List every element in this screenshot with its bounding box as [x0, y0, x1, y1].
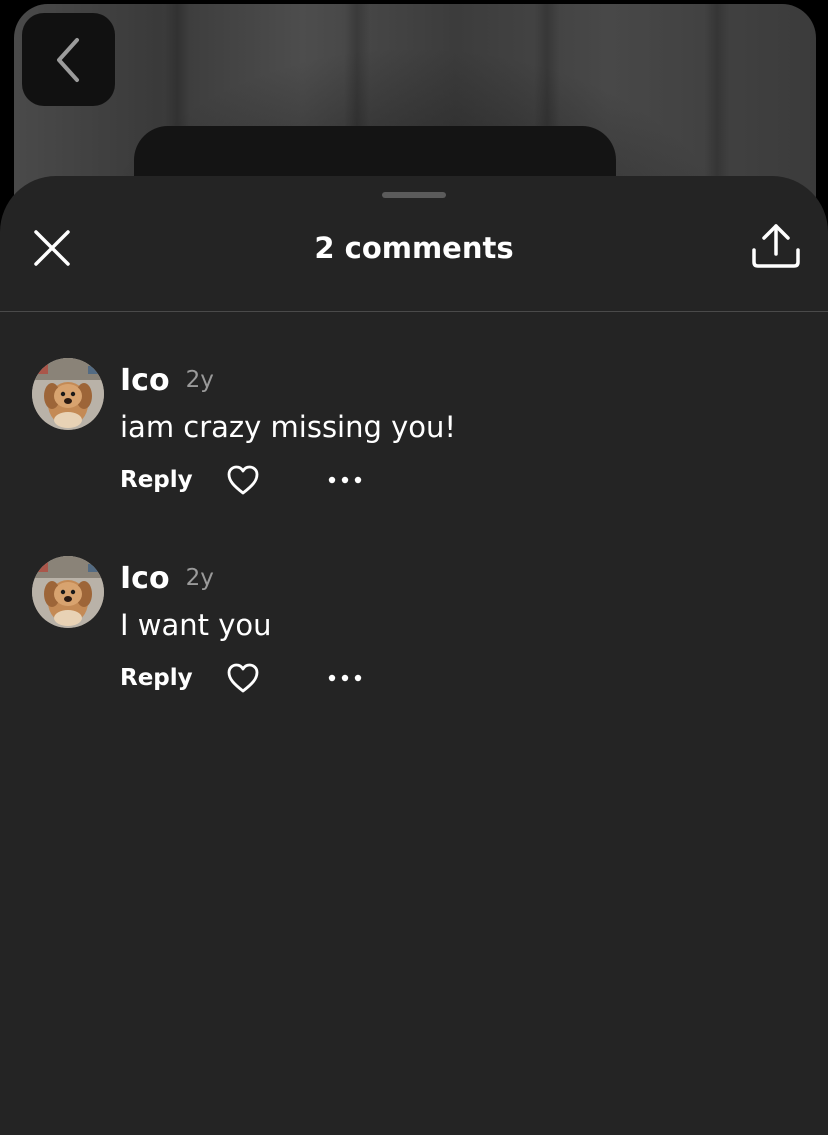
- sheet-title: 2 comments: [314, 231, 514, 265]
- header-divider: [0, 311, 828, 312]
- heart-outline-icon: [227, 663, 259, 693]
- comment-author[interactable]: Ico: [120, 561, 170, 596]
- comments-sheet: 2 comments Ico 2y iam crazy missing you!…: [0, 176, 828, 1135]
- comment-item: Ico 2y iam crazy missing you! Reply: [0, 358, 828, 556]
- comment-list: Ico 2y iam crazy missing you! Reply Ico …: [0, 358, 828, 754]
- dog-avatar-image: [32, 556, 104, 628]
- comment-actions: Reply: [120, 658, 800, 698]
- comment-actions: Reply: [120, 460, 800, 500]
- like-button[interactable]: [225, 462, 261, 498]
- comment-age: 2y: [185, 367, 214, 393]
- avatar[interactable]: [32, 358, 104, 430]
- comment-body: Ico 2y I want you Reply: [120, 556, 800, 698]
- comment-item: Ico 2y I want you Reply: [0, 556, 828, 754]
- more-options-button[interactable]: [325, 462, 365, 498]
- sheet-grabber[interactable]: [382, 192, 446, 198]
- comment-meta: Ico 2y: [120, 556, 800, 600]
- reply-button[interactable]: Reply: [120, 467, 193, 493]
- chevron-left-icon: [56, 37, 79, 82]
- comment-body: Ico 2y iam crazy missing you! Reply: [120, 358, 800, 500]
- avatar[interactable]: [32, 556, 104, 628]
- more-horizontal-icon: [328, 476, 361, 484]
- comment-age: 2y: [185, 565, 214, 591]
- heart-outline-icon: [227, 465, 259, 495]
- share-icon: [752, 224, 800, 268]
- comment-text: I want you: [120, 608, 272, 642]
- dog-avatar-image: [32, 358, 104, 430]
- reply-button[interactable]: Reply: [120, 665, 193, 691]
- more-options-button[interactable]: [325, 660, 365, 696]
- back-button[interactable]: [22, 13, 115, 106]
- like-button[interactable]: [225, 660, 261, 696]
- share-button[interactable]: [746, 220, 806, 272]
- comment-author[interactable]: Ico: [120, 363, 170, 398]
- comment-text: iam crazy missing you!: [120, 410, 457, 444]
- comment-meta: Ico 2y: [120, 358, 800, 402]
- more-horizontal-icon: [328, 674, 361, 682]
- screen: 2 comments Ico 2y iam crazy missing you!…: [0, 0, 828, 1135]
